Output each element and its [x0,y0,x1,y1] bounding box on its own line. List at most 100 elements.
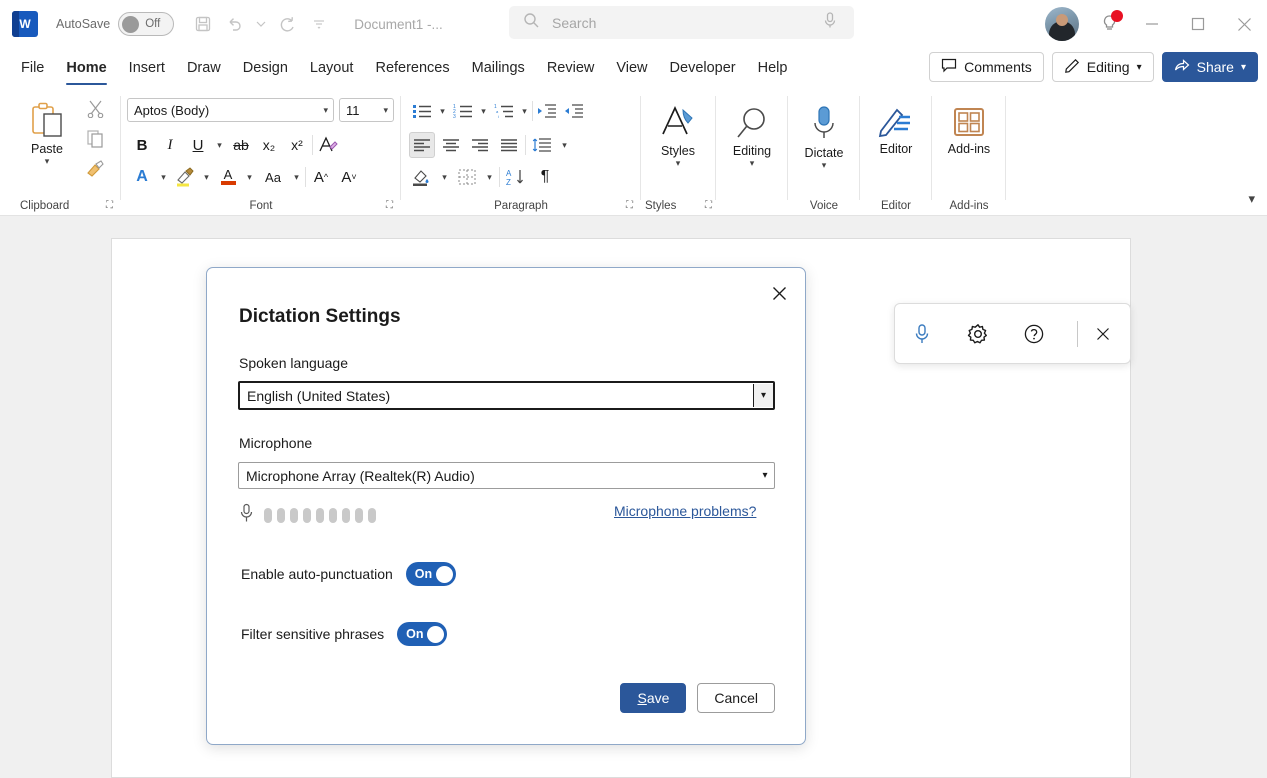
autosave-toggle[interactable]: Off [118,12,174,36]
chevron-down-icon[interactable]: ▾ [45,157,50,165]
chevron-down-icon[interactable]: ▾ [822,161,827,169]
microphone-problems-link[interactable]: Microphone problems? [614,503,756,519]
close-icon[interactable] [1090,321,1116,347]
text-effects-button[interactable]: A [129,164,155,190]
align-right-button[interactable] [467,132,493,158]
paste-button[interactable]: Paste ▾ [16,96,78,165]
align-center-button[interactable] [438,132,464,158]
tab-design[interactable]: Design [232,48,299,88]
tab-home[interactable]: Home [55,48,117,88]
clipboard-dialog-launcher[interactable]: ⛶ [106,200,113,211]
microphone-icon[interactable] [909,321,935,347]
line-spacing-dropdown-icon[interactable]: ▾ [558,140,571,151]
increase-indent-button[interactable] [561,98,587,124]
undo-dropdown-icon[interactable] [252,9,270,39]
paragraph-dialog-launcher[interactable]: ⛶ [626,200,633,211]
search-box[interactable]: Search [509,6,854,39]
tab-file[interactable]: File [10,48,55,88]
numbering-button[interactable]: 123 [450,98,476,124]
font-name-box[interactable]: Aptos (Body) ▾ [127,98,334,122]
underline-button[interactable]: U [185,132,211,158]
tab-references[interactable]: References [364,48,460,88]
chevron-down-icon[interactable]: ▾ [383,105,388,116]
editing-mode-button[interactable]: Editing ▾ [1052,52,1154,82]
font-color-button[interactable]: A [215,164,241,190]
tab-review[interactable]: Review [536,48,606,88]
bullets-button[interactable] [409,98,435,124]
sort-button[interactable]: AZ [503,164,529,190]
redo-icon[interactable] [272,9,302,39]
grow-font-button[interactable]: A^ [308,164,334,190]
tab-layout[interactable]: Layout [299,48,365,88]
tab-developer[interactable]: Developer [659,48,747,88]
tab-help[interactable]: Help [747,48,799,88]
editor-button[interactable]: Editor [865,100,927,156]
text-highlight-color-button[interactable] [172,164,198,190]
format-painter-button[interactable] [82,156,108,182]
dialog-close-button[interactable] [764,278,794,308]
filter-sensitive-toggle[interactable]: On [397,622,447,646]
subscript-button[interactable]: x₂ [256,132,282,158]
text-effects-dropdown-icon[interactable]: ▾ [157,172,170,183]
collapse-ribbon-button[interactable]: ▾ [1248,191,1255,207]
tab-mailings[interactable]: Mailings [461,48,536,88]
numbering-dropdown-icon[interactable]: ▾ [477,106,490,117]
superscript-button[interactable]: x² [284,132,310,158]
show-formatting-marks-button[interactable]: ¶ [532,164,558,190]
comments-button[interactable]: Comments [929,52,1044,82]
gear-icon[interactable] [965,321,991,347]
change-case-dropdown-icon[interactable]: ▾ [290,172,303,183]
dictate-button[interactable]: Dictate ▾ [793,98,855,169]
undo-icon[interactable] [220,9,250,39]
tab-insert[interactable]: Insert [118,48,176,88]
borders-dropdown-icon[interactable]: ▾ [483,172,496,183]
shading-button[interactable] [409,164,435,190]
font-dialog-launcher[interactable]: ⛶ [386,200,393,211]
cancel-button[interactable]: Cancel [697,683,775,713]
customize-quick-access-toolbar-icon[interactable] [304,9,334,39]
shrink-font-button[interactable]: A˅ [336,164,362,190]
addins-button[interactable]: Add-ins [937,100,1001,156]
auto-punctuation-toggle[interactable]: On [406,562,456,586]
save-icon[interactable] [188,9,218,39]
justify-button[interactable] [496,132,522,158]
font-size-box[interactable]: 11 ▾ [339,98,394,122]
editing-button[interactable]: Editing ▾ [721,100,783,167]
styles-button[interactable]: Styles ▾ [647,96,709,167]
help-circle-icon[interactable] [1021,321,1047,347]
tab-draw[interactable]: Draw [176,48,232,88]
bullets-dropdown-icon[interactable]: ▾ [436,106,449,117]
bold-button[interactable]: B [129,132,155,158]
styles-dialog-launcher[interactable]: ⛶ [705,200,712,211]
tell-me-lightbulb-icon[interactable] [1089,4,1129,44]
copy-button[interactable] [82,126,108,152]
tab-view[interactable]: View [605,48,658,88]
save-button[interactable]: Save [620,683,686,713]
clear-formatting-button[interactable] [315,132,341,158]
highlight-dropdown-icon[interactable]: ▾ [200,172,213,183]
maximize-button[interactable] [1175,0,1221,48]
spoken-language-select[interactable]: English (United States) ▾ [238,381,775,410]
font-color-dropdown-icon[interactable]: ▾ [243,172,256,183]
strikethrough-button[interactable]: ab [228,132,254,158]
close-button[interactable] [1221,0,1267,48]
microphone-icon[interactable] [822,11,838,34]
minimize-button[interactable] [1129,0,1175,48]
avatar[interactable] [1045,7,1079,41]
italic-button[interactable]: I [157,132,183,158]
multilevel-list-button[interactable]: 1ai [491,98,517,124]
borders-button[interactable] [454,164,480,190]
cut-button[interactable] [82,96,108,122]
chevron-down-icon[interactable]: ▾ [750,159,755,167]
underline-dropdown-icon[interactable]: ▾ [213,140,226,151]
share-button[interactable]: Share ▾ [1162,52,1258,82]
decrease-indent-button[interactable] [534,98,560,124]
chevron-down-icon[interactable]: ▾ [676,159,681,167]
align-left-button[interactable] [409,132,435,158]
multilevel-dropdown-icon[interactable]: ▾ [518,106,531,117]
shading-dropdown-icon[interactable]: ▾ [438,172,451,183]
change-case-button[interactable]: Aa [258,164,288,190]
microphone-select[interactable]: Microphone Array (Realtek(R) Audio) ▾ [238,462,775,489]
line-spacing-button[interactable] [529,132,555,158]
chevron-down-icon[interactable]: ▾ [323,105,328,116]
